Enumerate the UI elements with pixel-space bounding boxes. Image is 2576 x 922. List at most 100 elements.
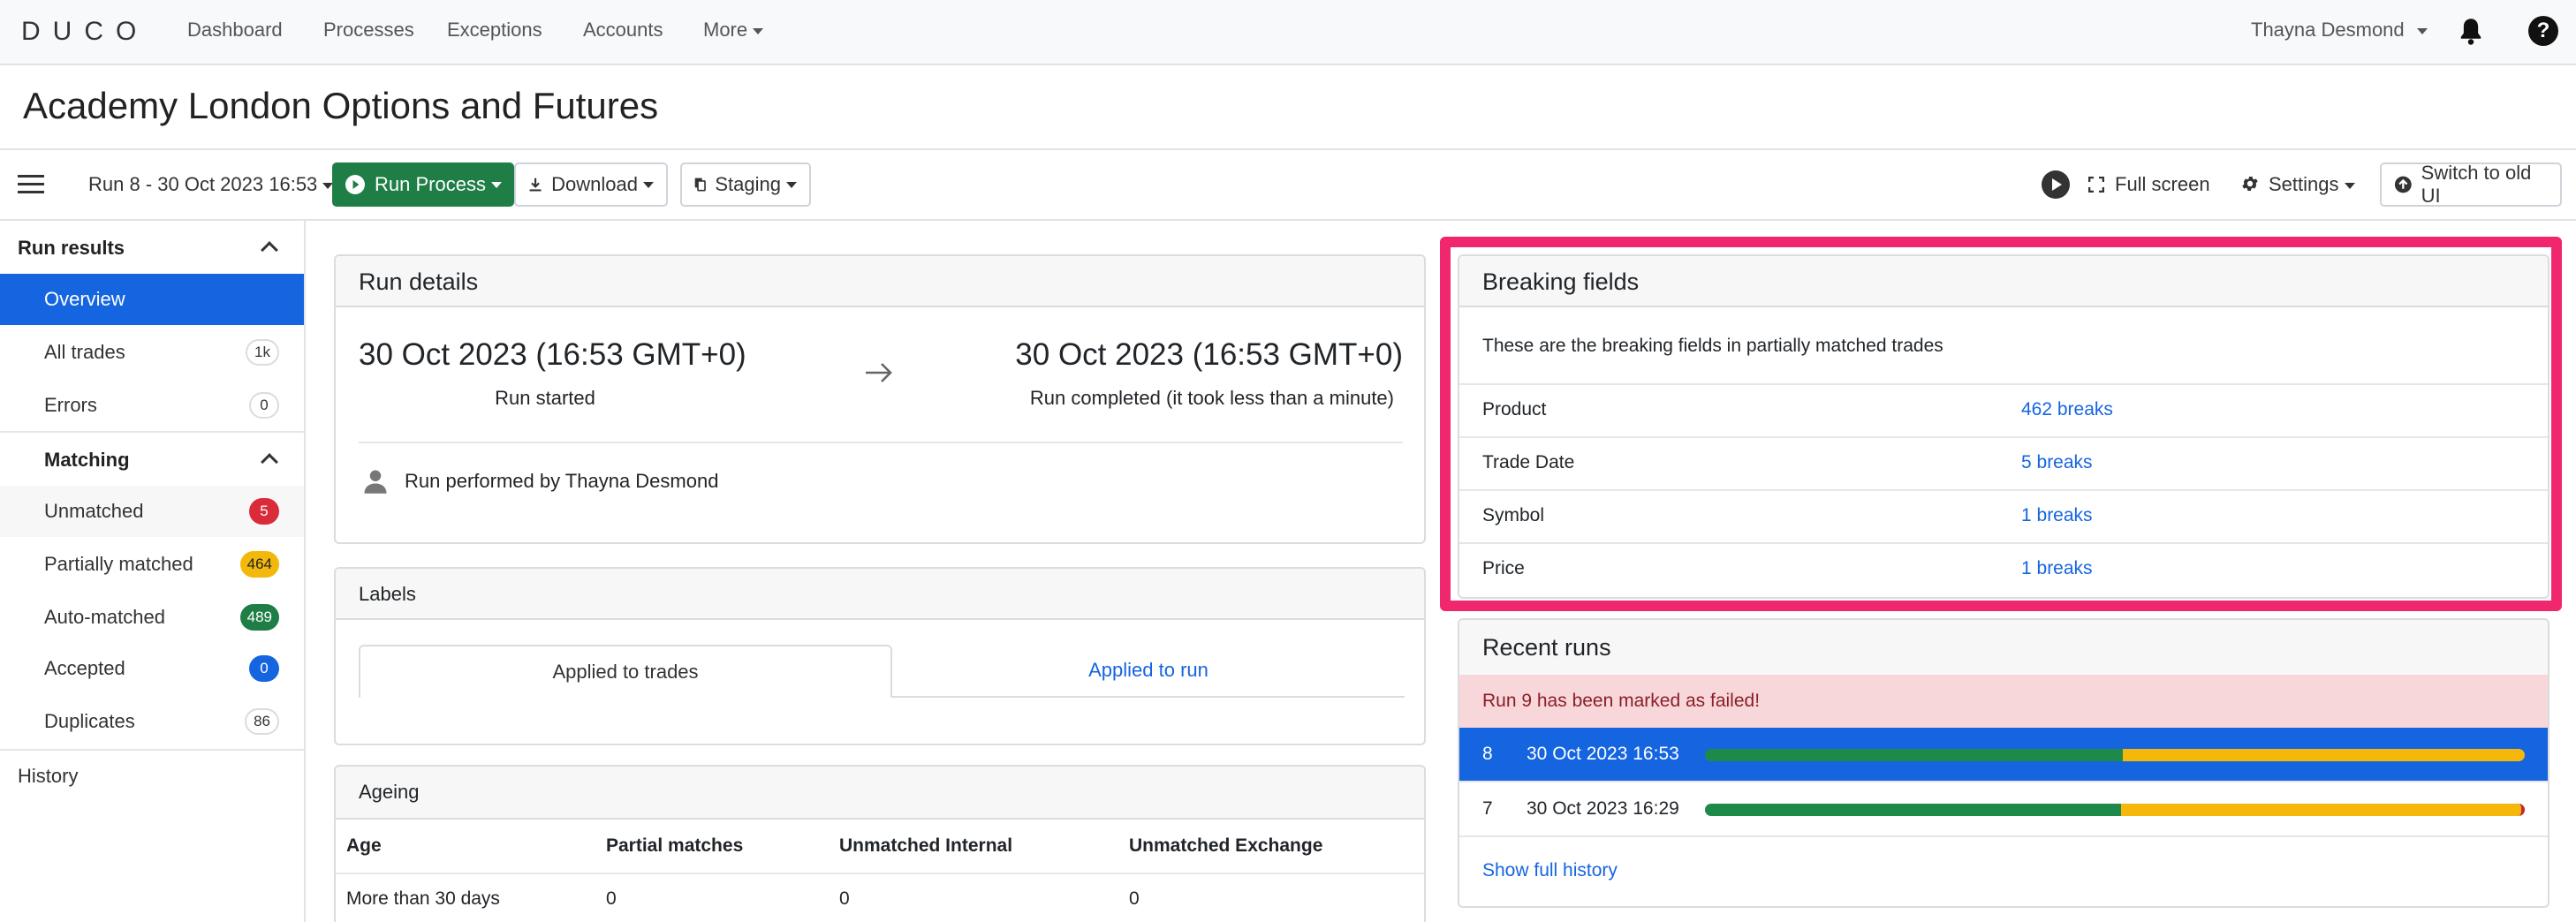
run-progress-bar [1705, 804, 2525, 816]
run-performed-by: Run performed by Thayna Desmond [405, 470, 719, 492]
sidebar-item-history[interactable]: History [0, 751, 304, 802]
sidebar-item-overview[interactable]: Overview [0, 274, 304, 325]
user-name: Thayna Desmond [2251, 19, 2405, 41]
card-header: Ageing [336, 767, 1424, 820]
sidebar-item-errors[interactable]: Errors 0 [0, 380, 304, 431]
table-header-unmatched-exchange: Unmatched Exchange [1129, 835, 1323, 856]
run-process-button[interactable]: Run Process [332, 162, 514, 207]
caret-down-icon [753, 27, 764, 34]
staging-button[interactable]: Staging [680, 162, 811, 207]
download-button[interactable]: Download [514, 162, 668, 207]
settings-label: Settings [2269, 173, 2339, 195]
sidebar-item-label: Unmatched [44, 500, 144, 522]
sidebar-item-unmatched[interactable]: Unmatched 5 [0, 486, 304, 537]
sidebar-matching-heading[interactable]: Matching [44, 449, 130, 472]
download-label: Download [551, 173, 638, 195]
run-end-label: Run completed (it took less than a minut… [1029, 387, 1394, 409]
tab-applied-to-run[interactable]: Applied to run [892, 645, 1405, 698]
run-start-time: 30 Oct 2023 (16:53 GMT+0) [359, 337, 746, 372]
switch-old-ui-label: Switch to old UI [2421, 162, 2532, 207]
table-header-partial: Partial matches [606, 835, 744, 856]
sidebar-item-accepted[interactable]: Accepted 0 [0, 643, 304, 694]
nav-accounts[interactable]: Accounts [583, 19, 663, 42]
divider [0, 219, 2576, 221]
recent-run-row[interactable]: 7 30 Oct 2023 16:29 [1459, 782, 2548, 835]
caret-down-icon [2344, 182, 2355, 189]
nav-dashboard[interactable]: Dashboard [187, 19, 283, 42]
switch-old-ui-button[interactable]: Switch to old UI [2380, 162, 2562, 207]
count-badge: 1k [246, 339, 279, 366]
gear-icon [2242, 177, 2258, 191]
table-cell: 0 [839, 888, 850, 909]
caret-down-icon [2416, 27, 2428, 34]
table-cell: More than 30 days [346, 888, 500, 909]
card-header: Recent runs [1459, 620, 2548, 675]
sidebar-item-label: Overview [44, 288, 125, 310]
run-progress-bar [1705, 749, 2525, 761]
notification-bell-icon[interactable] [2458, 16, 2484, 46]
nav-processes[interactable]: Processes [323, 19, 414, 42]
sidebar-item-label: Duplicates [44, 710, 135, 732]
divider [0, 148, 2576, 150]
help-icon[interactable]: ? [2528, 16, 2558, 46]
chevron-up-icon[interactable] [261, 241, 278, 259]
card-header: Labels [336, 569, 1424, 620]
divider [336, 873, 1424, 874]
sidebar-item-auto-matched[interactable]: Auto-matched 489 [0, 592, 304, 643]
sidebar-run-results-heading[interactable]: Run results [18, 237, 125, 260]
sidebar-item-all-trades[interactable]: All trades 1k [0, 327, 304, 378]
caret-down-icon [786, 181, 797, 188]
run-selector[interactable]: Run 8 - 30 Oct 2023 16:53 [88, 173, 334, 196]
partial-segment [2121, 804, 2521, 816]
duco-logo[interactable]: DUCO [21, 17, 148, 47]
show-full-history-link[interactable]: Show full history [1482, 860, 1618, 881]
caret-down-icon [643, 181, 654, 188]
divider [892, 696, 1405, 698]
run-process-label: Run Process [375, 173, 486, 195]
recent-runs-card: Recent runs Run 9 has been marked as fai… [1458, 618, 2549, 908]
staging-label: Staging [715, 173, 781, 195]
nav-more[interactable]: More [703, 19, 764, 42]
arrow-right-icon [866, 363, 892, 382]
count-badge: 464 [239, 551, 279, 578]
full-screen-button[interactable]: Full screen [2087, 173, 2210, 196]
full-screen-label: Full screen [2115, 173, 2210, 195]
top-navbar: DUCO Dashboard Processes Exceptions Acco… [0, 0, 2576, 65]
play-circle-icon [345, 175, 365, 194]
nav-exceptions[interactable]: Exceptions [447, 19, 542, 42]
sidebar-item-label: Errors [44, 394, 97, 416]
divider [1459, 835, 2548, 837]
card-header: Run details [336, 256, 1424, 307]
play-icon[interactable] [2041, 170, 2071, 200]
sidebar-item-partially-matched[interactable]: Partially matched 464 [0, 539, 304, 590]
sidebar-item-label: All trades [44, 341, 125, 363]
divider [0, 431, 304, 433]
labels-card: Labels Applied to trades Applied to run [334, 567, 1426, 745]
tab-applied-to-trades[interactable]: Applied to trades [359, 645, 892, 698]
run-selector-label: Run 8 - 30 Oct 2023 16:53 [88, 173, 318, 195]
chevron-up-icon[interactable] [261, 453, 278, 471]
user-menu[interactable]: Thayna Desmond [2251, 19, 2428, 42]
hamburger-menu-icon[interactable] [18, 175, 44, 194]
matched-segment [1705, 749, 2124, 761]
sidebar-item-label: Partially matched [44, 553, 193, 575]
sidebar-item-duplicates[interactable]: Duplicates 86 [0, 696, 304, 747]
divider [359, 442, 1403, 443]
table-header-age: Age [346, 835, 382, 856]
settings-button[interactable]: Settings [2240, 173, 2355, 196]
card-title: Ageing [359, 781, 420, 803]
count-badge: 5 [249, 498, 279, 525]
run-date: 30 Oct 2023 16:29 [1527, 798, 1679, 819]
matched-segment [1705, 804, 2122, 816]
run-details-card: Run details 30 Oct 2023 (16:53 GMT+0) Ru… [334, 254, 1426, 544]
sidebar: Run results Overview All trades 1k Errors… [0, 221, 306, 922]
run-start-label: Run started [495, 387, 595, 409]
card-title: Recent runs [1482, 634, 1611, 661]
download-icon [529, 178, 542, 192]
copy-icon [694, 178, 706, 192]
run-number: 8 [1482, 744, 1493, 764]
highlight-box [1440, 237, 2562, 611]
recent-run-row[interactable]: 8 30 Oct 2023 16:53 [1459, 728, 2548, 781]
count-badge: 489 [239, 604, 279, 631]
run-end-time: 30 Oct 2023 (16:53 GMT+0) [1015, 337, 1403, 372]
